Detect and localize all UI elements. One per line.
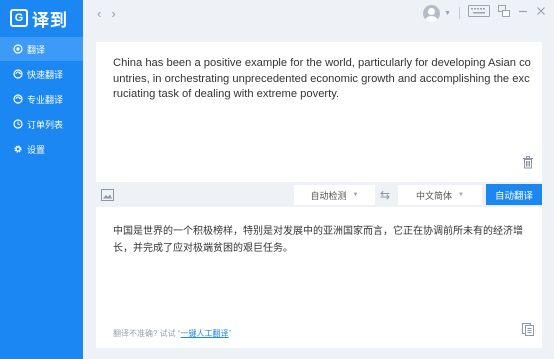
forward-arrow-icon[interactable]: › <box>111 6 115 21</box>
source-text-panel[interactable]: China has been a positive example for th… <box>96 42 542 182</box>
history-nav: ‹ › <box>97 6 116 21</box>
circle-dot-icon <box>13 44 23 54</box>
app-logo: G 译到 <box>10 7 76 30</box>
human-translation-link[interactable]: 一键人工翻译 <box>181 329 229 338</box>
sidebar-item-translate[interactable]: 翻译 <box>0 37 83 61</box>
window-controls: ▼ <box>423 4 546 22</box>
swap-languages-icon[interactable]: ⇆ <box>380 188 390 202</box>
back-arrow-icon[interactable]: ‹ <box>97 6 101 21</box>
avatar[interactable] <box>423 4 441 22</box>
target-language-label: 中文简体 <box>416 190 453 201</box>
feedback-prefix: 翻译不准确? 试试 <box>113 329 176 338</box>
chevron-down-icon[interactable]: ▼ <box>444 10 451 17</box>
sidebar-nav: 翻译 快速翻译 专业翻译 订单列表 设置 <box>0 37 83 162</box>
sidebar-item-label: 设置 <box>27 144 46 155</box>
source-language-label: 自动检测 <box>310 190 347 201</box>
logo-text: 译到 <box>32 10 68 30</box>
sidebar-item-label: 专业翻译 <box>27 94 64 105</box>
feedback-quote-close: ” <box>228 329 232 338</box>
copy-icon[interactable] <box>522 323 534 341</box>
sidebar-item-quick-translate[interactable]: 快速翻译 <box>0 62 83 86</box>
sidebar-item-orders[interactable]: 订单列表 <box>0 112 83 136</box>
result-panel: 中国是世界的一个积极榜样，特别是对发展中的亚洲国家而言，它正在协调前所未有的经济… <box>96 207 542 348</box>
mini-mode-icon[interactable] <box>498 4 510 22</box>
target-language-select[interactable]: 中文简体 ▼ <box>398 185 482 205</box>
source-text[interactable]: China has been a positive example for th… <box>113 56 533 103</box>
translation-result: 中国是世界的一个积极榜样，特别是对发展中的亚洲国家而言，它正在协调前所未有的经济… <box>113 226 523 254</box>
sidebar-item-settings[interactable]: 设置 <box>0 137 83 161</box>
app-window: G 译到 翻译 快速翻译 专业翻译 订单列表 设置 ‹ › ▼ China ha… <box>0 0 554 359</box>
refresh-circle-icon <box>13 94 23 104</box>
clock-icon <box>13 119 23 129</box>
source-language-select[interactable]: 自动检测 ▼ <box>294 185 375 205</box>
divider <box>459 7 460 19</box>
translate-toolbar: 自动检测 ▼ ⇆ 中文简体 ▼ 自动翻译 <box>96 182 542 207</box>
sidebar-item-label: 订单列表 <box>27 119 64 130</box>
trash-icon[interactable] <box>522 156 534 174</box>
close-icon[interactable] <box>536 4 546 22</box>
sidebar-item-label: 翻译 <box>27 44 46 55</box>
logo-mark: G <box>10 9 28 27</box>
refresh-circle-icon <box>13 69 23 79</box>
translate-button[interactable]: 自动翻译 <box>486 184 542 205</box>
chevron-down-icon: ▼ <box>352 192 359 198</box>
feedback-line: 翻译不准确? 试试 “一键人工翻译” <box>113 328 231 339</box>
topbar: ‹ › ▼ <box>83 0 554 28</box>
image-icon[interactable] <box>101 188 114 206</box>
sidebar-item-label: 快速翻译 <box>27 69 64 80</box>
gear-icon <box>13 144 23 154</box>
sidebar: G 译到 翻译 快速翻译 专业翻译 订单列表 设置 <box>0 0 83 359</box>
chevron-down-icon: ▼ <box>458 192 464 198</box>
keyboard-icon[interactable] <box>468 4 490 22</box>
sidebar-item-pro-translate[interactable]: 专业翻译 <box>0 87 83 111</box>
minimize-icon[interactable] <box>518 4 528 22</box>
